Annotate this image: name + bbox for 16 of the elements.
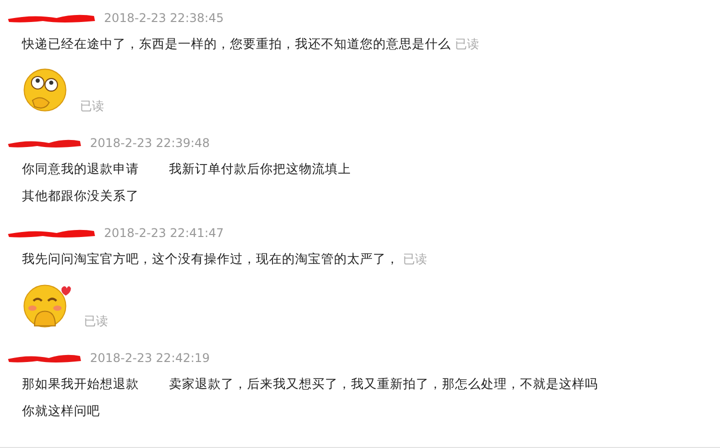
message-timestamp: 2018-2-23 22:38:45 <box>104 10 224 27</box>
message-text: 我先问问淘宝官方吧，这个没有操作过，现在的淘宝管的太严了， 已读 <box>22 250 427 268</box>
message-text: 我新订单付款后你把这物流填上 <box>169 160 351 178</box>
message-timestamp: 2018-2-23 22:41:47 <box>104 225 224 242</box>
message-text: 你同意我的退款申请 <box>22 160 139 178</box>
message-text: 快递已经在途中了，东西是一样的，您要重拍，我还不知道您的意思是什么 已读 <box>22 35 479 53</box>
read-receipt: 已读 <box>403 252 427 266</box>
message-text: 那如果我开始想退款 <box>22 375 139 393</box>
read-receipt: 已读 <box>84 313 108 330</box>
read-receipt: 已读 <box>80 98 104 115</box>
message-timestamp: 2018-2-23 22:42:19 <box>90 350 210 367</box>
read-receipt: 已读 <box>455 37 479 51</box>
message-timestamp: 2018-2-23 22:39:48 <box>90 135 210 152</box>
message-text: 你就这样问吧 <box>22 402 100 420</box>
message-text: 其他都跟你没关系了 <box>22 187 139 205</box>
message-text: 卖家退款了，后来我又想买了，我又重新拍了，那怎么处理，不就是这样吗 <box>169 375 598 393</box>
